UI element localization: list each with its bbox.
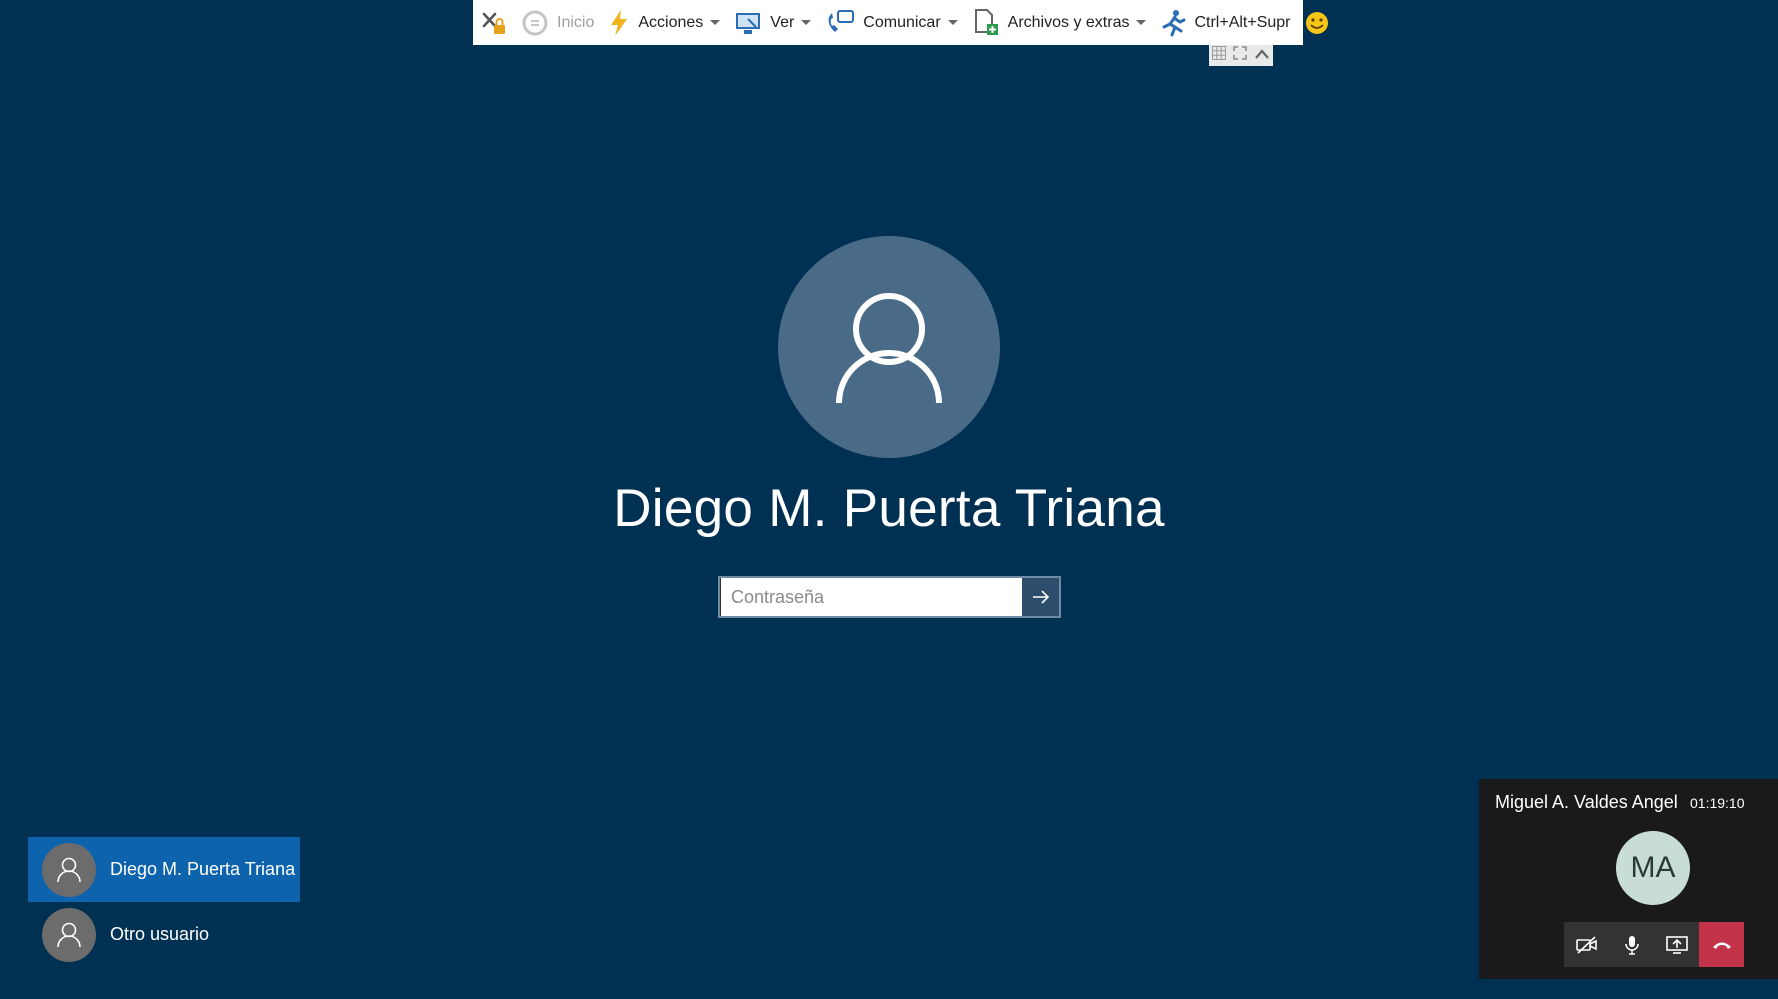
grid-icon[interactable] — [1212, 46, 1227, 65]
hang-up-button[interactable] — [1699, 922, 1744, 967]
arrow-right-icon — [1032, 590, 1049, 604]
refresh-icon — [521, 9, 549, 37]
smiley-icon — [1305, 11, 1329, 35]
video-toggle-button[interactable] — [1564, 922, 1609, 967]
password-input[interactable] — [720, 578, 1022, 616]
user-list-item-label: Diego M. Puerta Triana — [110, 859, 296, 879]
avatar — [42, 842, 96, 897]
ver-menu[interactable]: Ver — [734, 0, 812, 45]
user-list-item-otro[interactable]: Otro usuario — [28, 902, 300, 967]
chevron-down-icon — [710, 20, 721, 25]
inicio-button[interactable]: Inicio — [521, 0, 594, 45]
user-list-item-diego[interactable]: Diego M. Puerta Triana — [28, 837, 300, 902]
share-screen-button[interactable] — [1654, 922, 1699, 967]
user-name-title: Diego M. Puerta Triana — [613, 479, 1165, 538]
user-avatar — [778, 236, 1000, 458]
call-panel: Miguel A. Valdes Angel 01:19:10 MA — [1479, 779, 1778, 979]
file-icon — [972, 8, 1000, 38]
ctrl-alt-supr-label: Ctrl+Alt+Supr — [1194, 13, 1291, 31]
acciones-label: Acciones — [638, 13, 704, 31]
feedback-button[interactable] — [1305, 0, 1329, 45]
monitor-icon — [734, 9, 762, 37]
user-icon — [57, 922, 81, 947]
inicio-label: Inicio — [557, 13, 595, 31]
phone-chat-icon — [825, 9, 855, 37]
hang-up-icon — [1712, 942, 1731, 949]
ver-label: Ver — [770, 13, 795, 31]
call-duration: 01:19:10 — [1690, 795, 1745, 811]
running-man-icon — [1160, 9, 1186, 37]
user-icon — [836, 293, 942, 404]
comunicar-menu[interactable]: Comunicar — [825, 0, 958, 45]
archivos-label: Archivos y extras — [1007, 13, 1130, 31]
avatar — [42, 907, 96, 962]
chevron-down-icon — [801, 20, 812, 25]
fullscreen-icon[interactable] — [1233, 46, 1247, 65]
disconnect-button[interactable] — [481, 0, 507, 45]
comunicar-label: Comunicar — [863, 13, 941, 31]
caller-name: Miguel A. Valdes Angel — [1495, 792, 1678, 812]
share-screen-icon — [1665, 935, 1688, 954]
caller-avatar: MA — [1616, 831, 1690, 905]
ctrl-alt-supr-button[interactable]: Ctrl+Alt+Supr — [1160, 0, 1291, 45]
chevron-down-icon — [947, 20, 958, 25]
user-list: Diego M. Puerta Triana Otro usuario — [28, 837, 300, 967]
archivos-menu[interactable]: Archivos y extras — [972, 0, 1147, 45]
disconnect-lock-icon — [481, 10, 507, 36]
chevron-down-icon — [1136, 20, 1147, 25]
acciones-menu[interactable]: Acciones — [608, 0, 721, 45]
lightning-icon — [608, 9, 630, 37]
user-icon — [57, 857, 81, 882]
video-off-icon — [1575, 935, 1597, 954]
microphone-icon — [1624, 935, 1639, 955]
call-controls — [1564, 922, 1744, 967]
submit-button[interactable] — [1022, 578, 1059, 616]
user-list-item-label: Otro usuario — [110, 924, 210, 944]
collapse-icon[interactable] — [1254, 47, 1270, 65]
remote-toolbar: Inicio Acciones Ver Comunicar Archivos y… — [473, 0, 1328, 45]
microphone-button[interactable] — [1609, 922, 1654, 967]
toolbar-subbar — [1209, 45, 1273, 66]
password-box — [718, 576, 1061, 618]
